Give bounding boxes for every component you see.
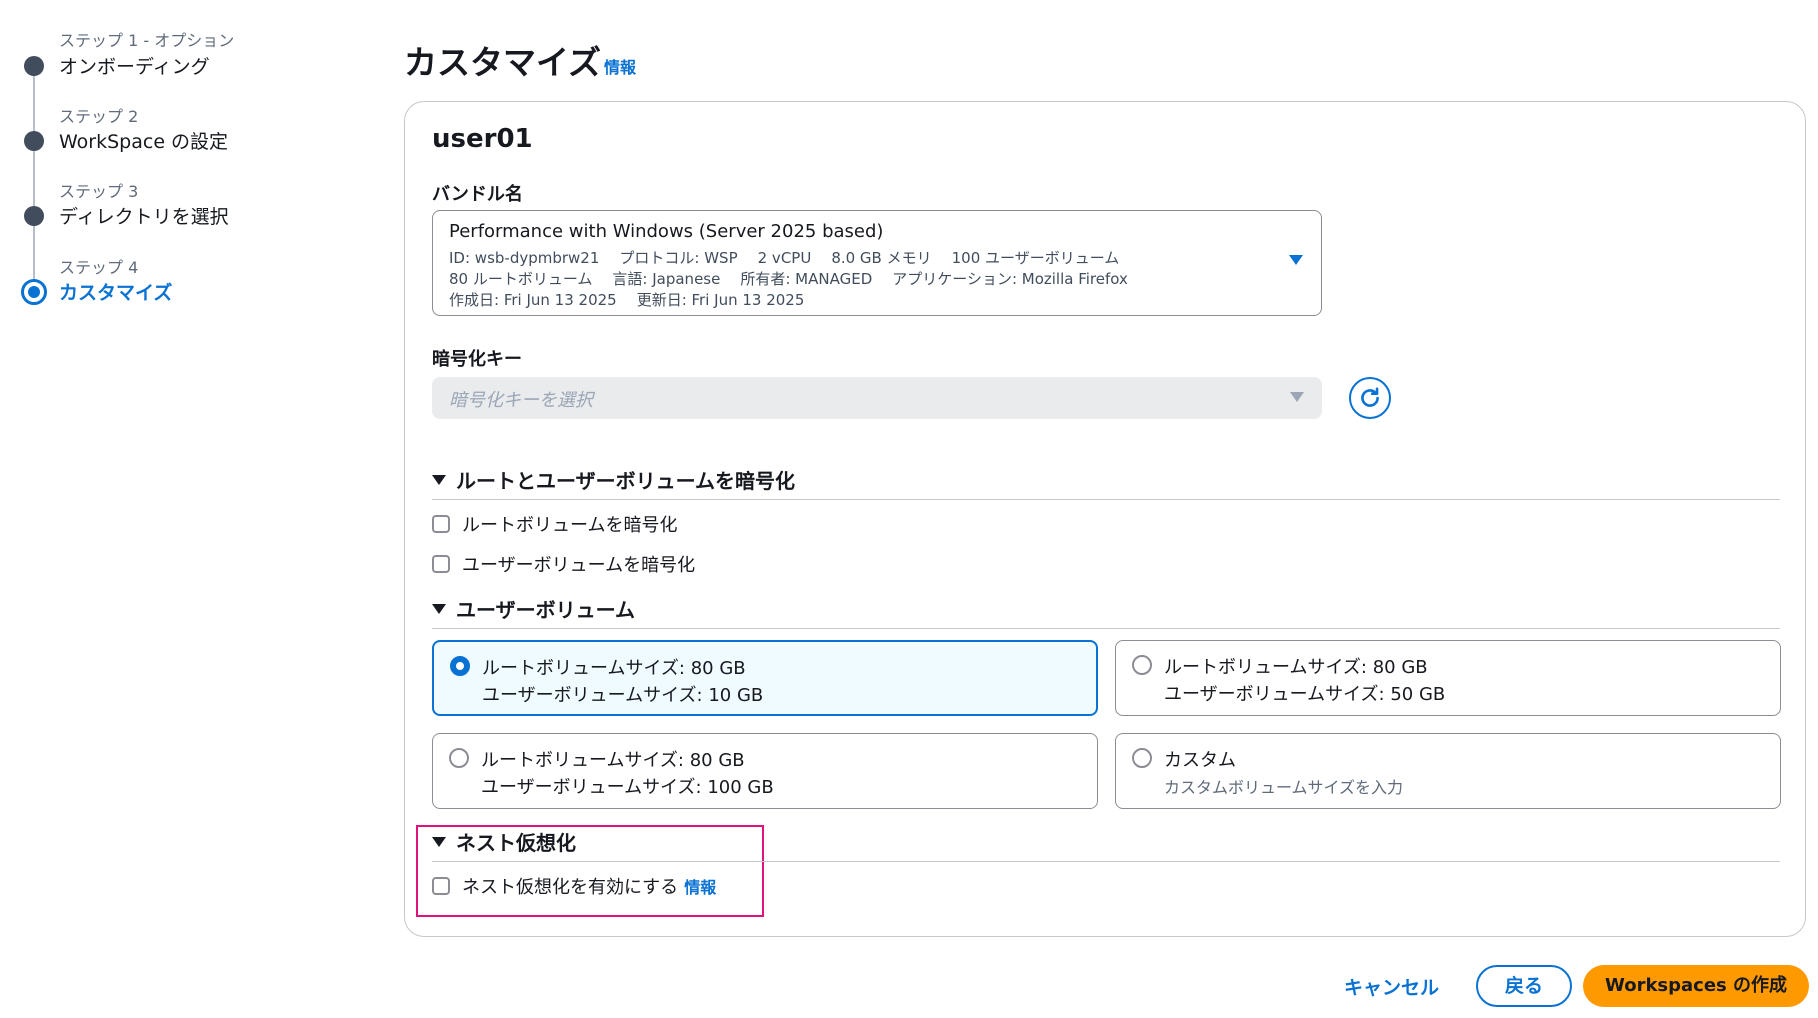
encrypt-root-checkbox[interactable] [432,515,450,533]
volume-option-custom[interactable]: カスタム カスタムボリュームサイズを入力 [1115,733,1781,809]
encrypt-user-label: ユーザーボリュームを暗号化 [462,555,696,576]
option-root-size: ルートボリュームサイズ: 80 GB [1164,657,1428,678]
bundle-label: バンドル名 [432,184,523,205]
section-divider [432,628,1780,629]
bundle-id: ID: wsb-dypmbrw21 [449,249,600,267]
page-title: カスタマイズ [404,43,602,82]
section-divider [432,861,1780,862]
cancel-button[interactable]: キャンセル [1330,970,1453,1006]
step-4-number: ステップ 4 [59,258,139,277]
step-3-title[interactable]: ディレクトリを選択 [59,202,229,229]
user-volume-section-title: ユーザーボリューム [456,598,635,622]
step-4-title: カスタマイズ [59,282,173,304]
step-1-indicator [24,56,44,76]
caret-down-icon [432,475,446,485]
radio-selected[interactable] [450,656,470,676]
bundle-protocol: プロトコル: WSP [619,249,738,267]
option-root-size: ルートボリュームサイズ: 80 GB [482,658,746,679]
step-2-title[interactable]: WorkSpace の設定 [59,127,228,154]
bundle-updated: 更新日: Fri Jun 13 2025 [636,291,805,309]
encryption-key-placeholder: 暗号化キーを選択 [449,390,593,411]
encrypt-section-title: ルートとユーザーボリュームを暗号化 [456,469,795,493]
option-user-size: ユーザーボリュームサイズ: 10 GB [482,685,764,706]
back-button[interactable]: 戻る [1476,965,1572,1007]
encrypt-user-checkbox[interactable] [432,555,450,573]
caret-down-icon [432,837,446,847]
bundle-language: 言語: Japanese [612,270,721,288]
bundle-name: Performance with Windows (Server 2025 ba… [449,221,884,242]
refresh-icon [1361,387,1379,407]
step-3-indicator [24,206,44,226]
refresh-button[interactable] [1349,377,1391,419]
nested-info-link[interactable]: 情報 [684,874,716,898]
volume-option-100gb[interactable]: ルートボリュームサイズ: 80 GB ユーザーボリュームサイズ: 100 GB [432,733,1098,809]
nested-section-title: ネスト仮想化 [456,831,576,855]
bundle-meta-line-3: 作成日: Fri Jun 13 2025 更新日: Fri Jun 13 2025 [449,289,824,310]
caret-down-icon [432,604,446,614]
volume-option-50gb[interactable]: ルートボリュームサイズ: 80 GB ユーザーボリュームサイズ: 50 GB [1115,640,1781,716]
bundle-root-volume: 80 ルートボリューム [449,270,593,288]
nested-virtualization-checkbox[interactable] [432,877,450,895]
caret-down-icon [1289,255,1303,265]
radio-unselected[interactable] [1132,748,1152,768]
volume-option-10gb[interactable]: ルートボリュームサイズ: 80 GB ユーザーボリュームサイズ: 10 GB [432,640,1098,716]
option-user-size: ユーザーボリュームサイズ: 50 GB [1164,684,1446,705]
step-4-indicator-active [21,279,47,305]
radio-unselected[interactable] [1132,655,1152,675]
bundle-meta-line-1: ID: wsb-dypmbrw21 プロトコル: WSP 2 vCPU 8.0 GB … [449,247,1139,268]
encrypt-root-label: ルートボリュームを暗号化 [462,515,678,536]
bundle-memory: 8.0 GB メモリ [831,249,932,267]
step-navigation: ステップ 1 - オプション オンボーディング ステップ 2 WorkSpace… [0,0,380,330]
bundle-user-volume: 100 ユーザーボリューム [951,249,1120,267]
encryption-key-label: 暗号化キー [432,349,522,370]
step-2-indicator [24,131,44,151]
option-custom-title: カスタム [1164,750,1236,771]
bundle-created: 作成日: Fri Jun 13 2025 [449,291,617,309]
user-volume-section-toggle[interactable]: ユーザーボリューム [432,594,635,623]
encrypt-user-row: ユーザーボリュームを暗号化 [432,551,695,577]
nested-virtualization-label: ネスト仮想化を有効にする [462,877,679,898]
create-workspaces-button[interactable]: Workspaces の作成 [1583,965,1809,1007]
nested-row: ネスト仮想化を有効にする 情報 [432,873,716,899]
step-connector [33,146,35,212]
radio-unselected[interactable] [449,748,469,768]
step-connector [33,70,35,136]
caret-down-icon [1290,392,1304,402]
user-name-heading: user01 [432,124,533,154]
bundle-meta-line-2: 80 ルートボリューム 言語: Japanese 所有者: MANAGED アプリケー… [449,268,1148,289]
nested-section-toggle[interactable]: ネスト仮想化 [432,827,576,856]
section-divider [432,499,1780,500]
encryption-key-select[interactable]: 暗号化キーを選択 [432,377,1322,419]
encrypt-root-row: ルートボリュームを暗号化 [432,511,677,537]
info-link[interactable]: 情報 [604,54,636,78]
bundle-application: アプリケーション: Mozilla Firefox [892,270,1128,288]
encrypt-section-toggle[interactable]: ルートとユーザーボリュームを暗号化 [432,465,795,494]
bundle-owner: 所有者: MANAGED [740,270,873,288]
bundle-select[interactable]: Performance with Windows (Server 2025 ba… [432,210,1322,316]
bundle-vcpu: 2 vCPU [757,249,812,267]
option-custom-description: カスタムボリュームサイズを入力 [1164,778,1404,797]
step-1-title[interactable]: オンボーディング [59,52,210,79]
step-1-number: ステップ 1 - オプション [59,31,235,50]
step-2-number: ステップ 2 [59,107,139,126]
step-3-number: ステップ 3 [59,182,139,201]
option-root-size: ルートボリュームサイズ: 80 GB [481,750,745,771]
option-user-size: ユーザーボリュームサイズ: 100 GB [481,777,774,798]
